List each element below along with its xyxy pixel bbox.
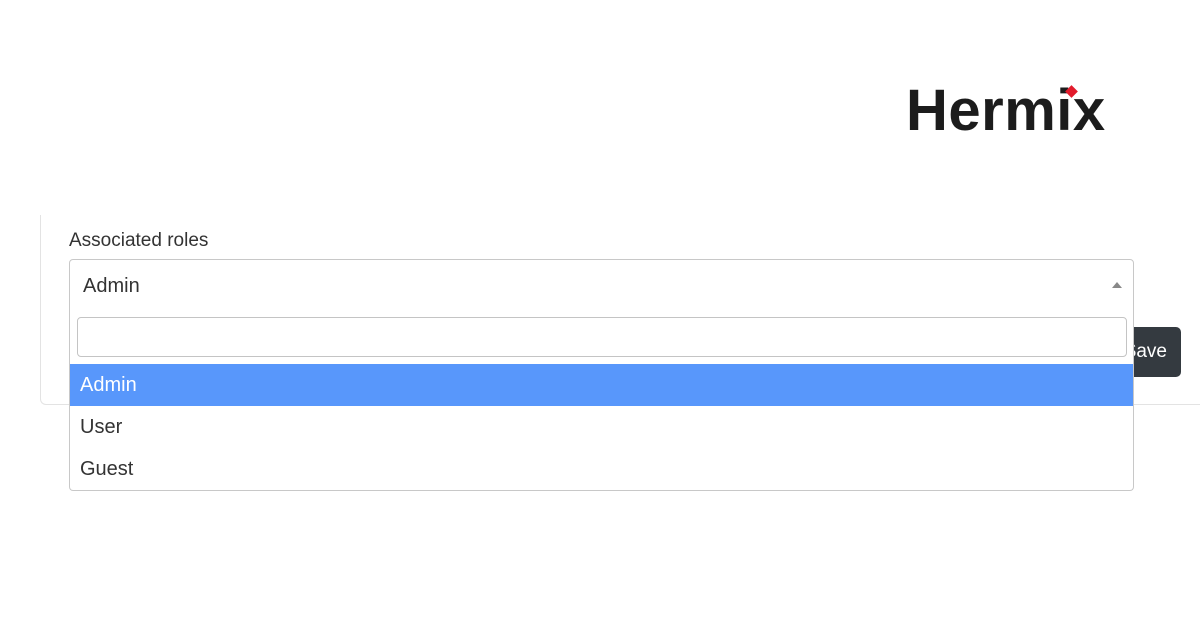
page: Hermix Save Associated roles Admin Admin… — [0, 0, 1200, 628]
caret-up-icon[interactable] — [1112, 282, 1122, 288]
roles-dropdown: Admin User Guest — [69, 310, 1134, 491]
dropdown-search-input[interactable] — [77, 317, 1127, 357]
dropdown-option-user[interactable]: User — [70, 406, 1133, 448]
roles-label: Associated roles — [69, 230, 209, 251]
dropdown-option-guest[interactable]: Guest — [70, 448, 1133, 490]
dropdown-option-admin[interactable]: Admin — [70, 364, 1133, 406]
hermix-logo: Hermix — [906, 80, 1112, 142]
roles-select[interactable]: Admin — [69, 259, 1134, 311]
roles-select-value: Admin — [83, 275, 140, 297]
